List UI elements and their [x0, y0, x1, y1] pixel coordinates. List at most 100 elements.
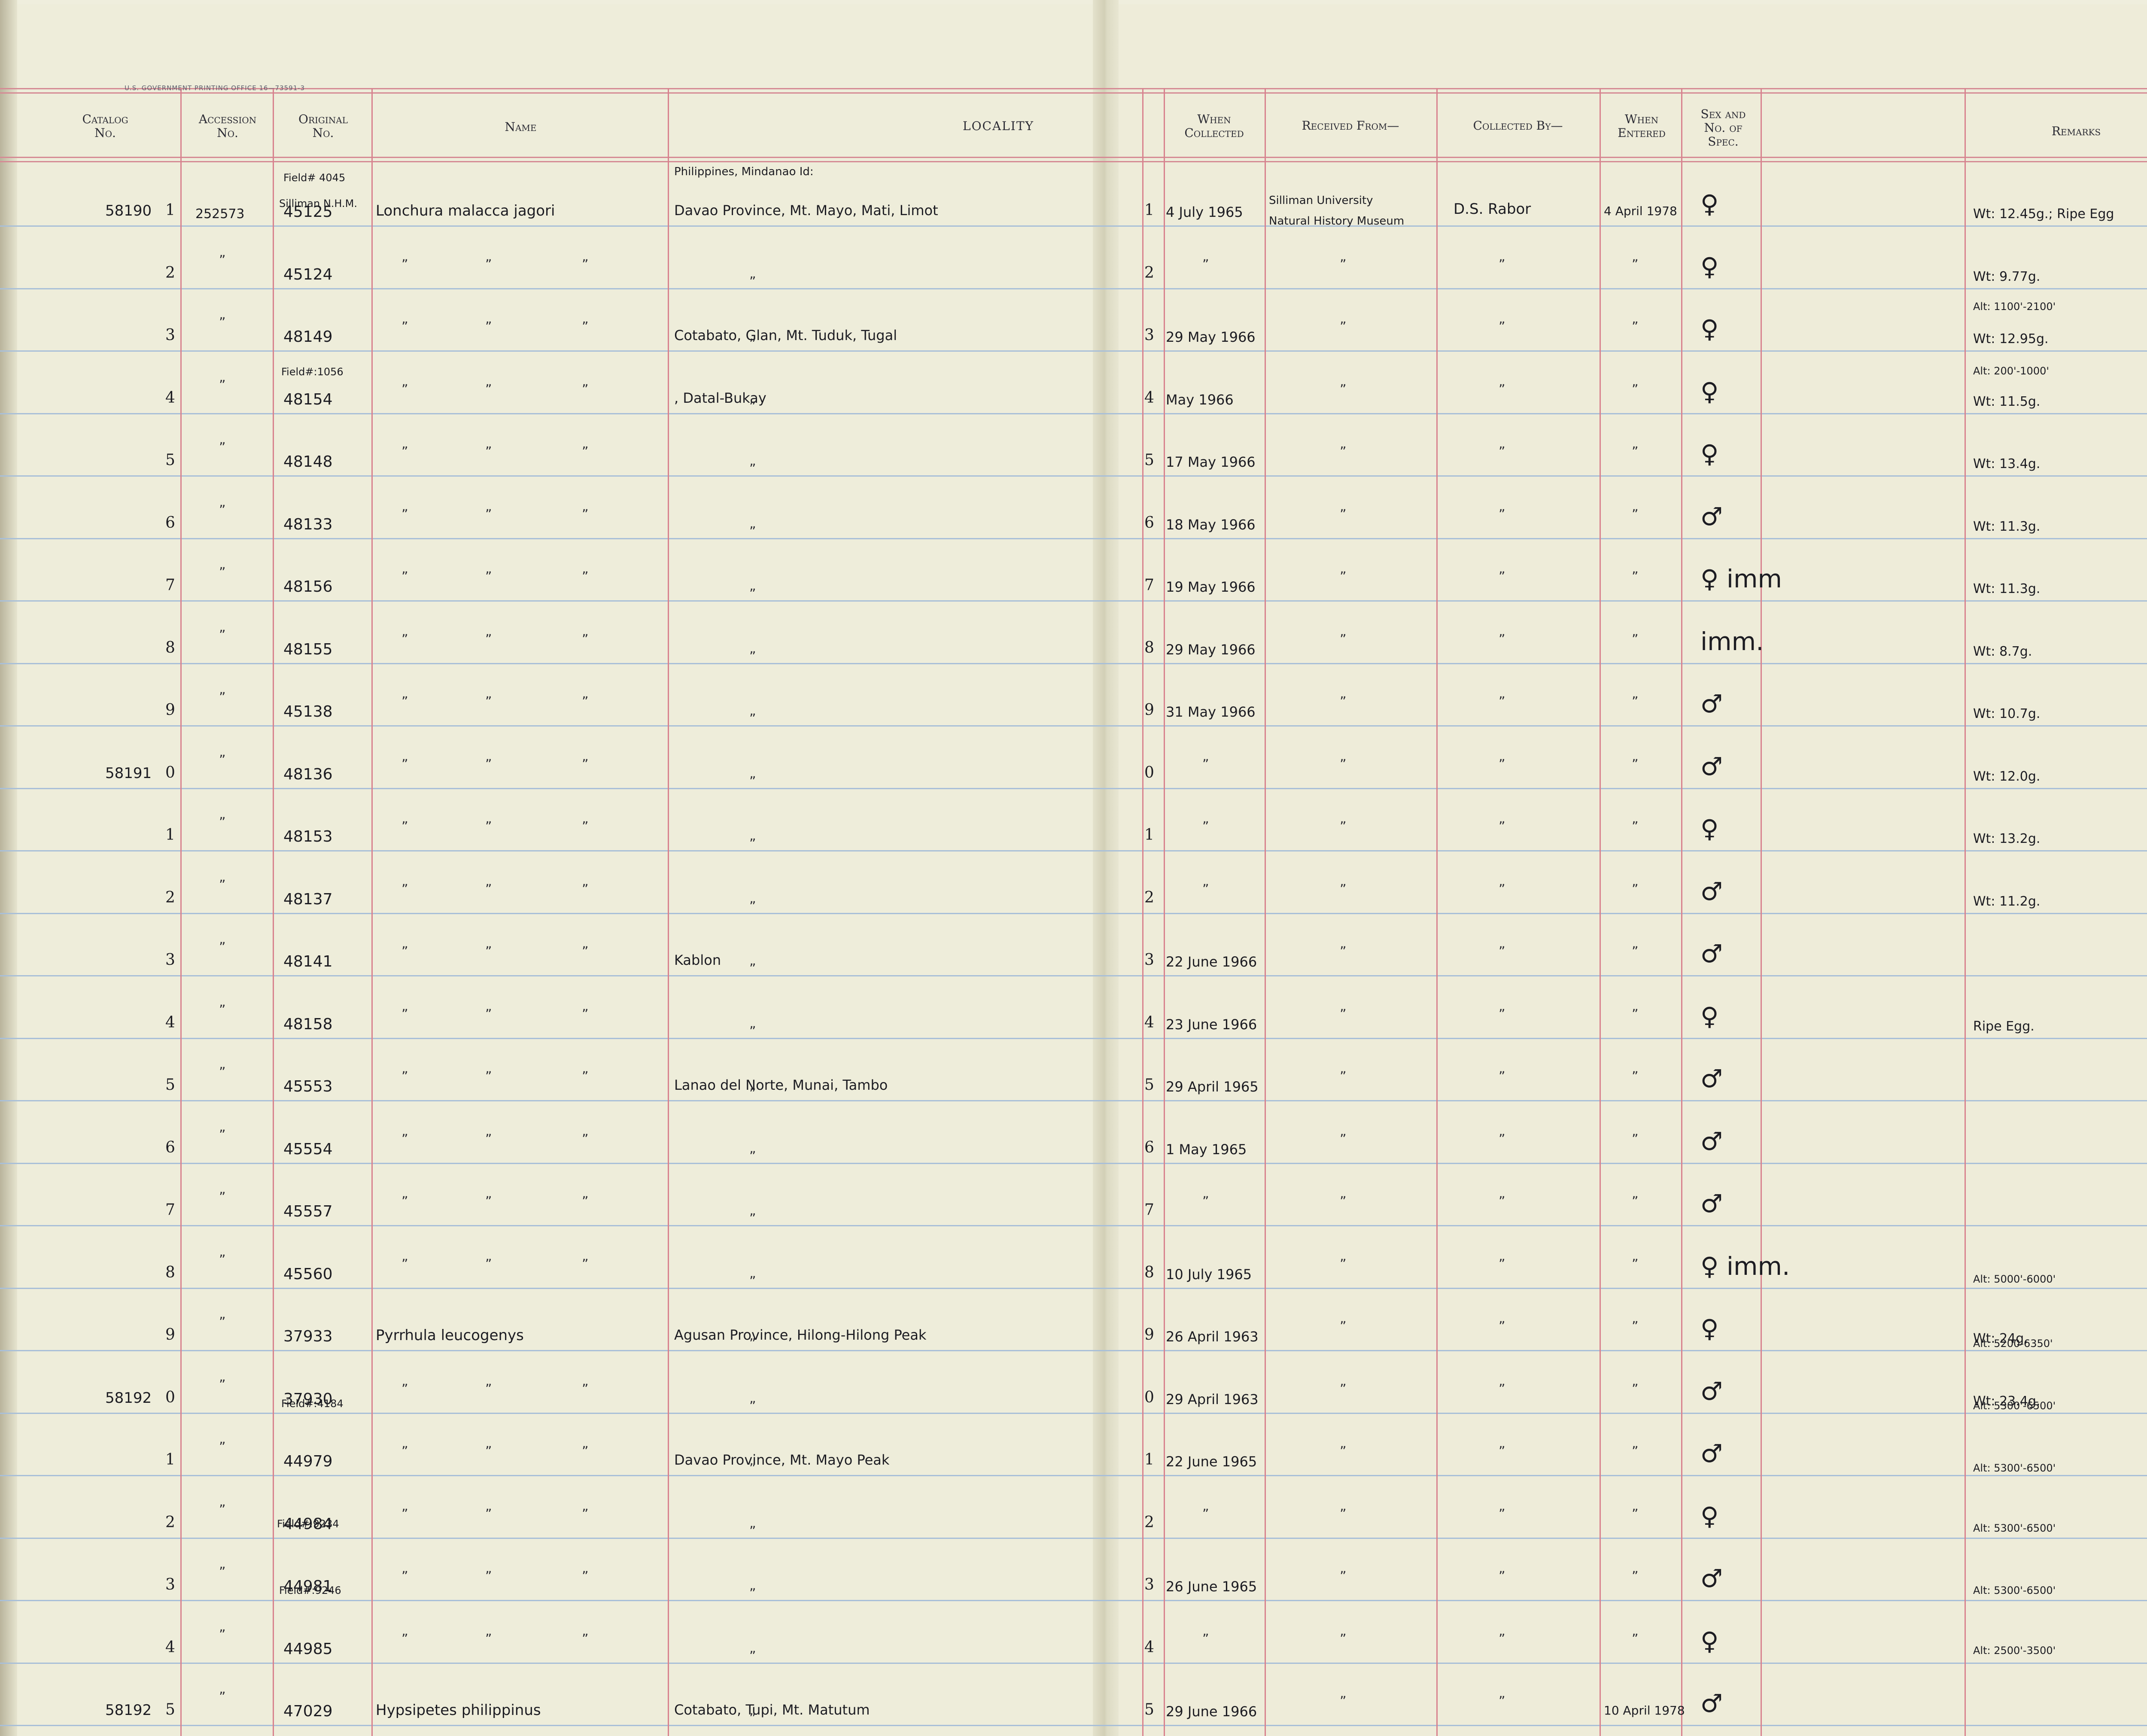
- ditto-mark: ”: [749, 1336, 756, 1351]
- original-number: 44979: [283, 1453, 333, 1470]
- ditto-mark: ”: [749, 899, 756, 914]
- ditto-mark: ”: [1632, 319, 1639, 334]
- remarks-text: Wt: 10.7g.: [1973, 706, 2041, 721]
- ditto-mark: ”: [1632, 694, 1639, 709]
- original-number: 45560: [283, 1265, 333, 1283]
- ditto-mark: ”: [485, 1006, 492, 1022]
- accession-number: 252573: [195, 207, 245, 222]
- locality-text: Cotabato, Tupi, Mt. Matutum: [674, 1702, 870, 1718]
- catalog-number: 58190: [105, 202, 152, 219]
- ditto-mark: ”: [401, 382, 408, 397]
- ditto-mark: ”: [1632, 1006, 1639, 1022]
- ditto-mark: ”: [749, 711, 756, 727]
- ditto-mark: ”: [219, 877, 226, 893]
- when-entered: 10 April 1978: [1604, 1703, 1685, 1718]
- column-rule: [273, 88, 274, 1736]
- ditto-mark: ”: [749, 1274, 756, 1289]
- sex-symbol: ♀: [1700, 1001, 1719, 1031]
- ditto-mark: ”: [1499, 1694, 1505, 1709]
- ditto-mark: ”: [485, 382, 492, 397]
- locality-text: Cotabato, Glan, Mt. Tuduk, Tugal: [674, 327, 897, 344]
- ditto-mark: ”: [219, 690, 226, 705]
- ditto-mark: ”: [401, 1569, 408, 1584]
- ditto-mark: ”: [582, 507, 589, 522]
- original-number: 47029: [283, 1703, 333, 1720]
- remarks-alt-row22: Alt: 5300'-6500': [1973, 1522, 2056, 1534]
- ditto-mark: ”: [219, 565, 226, 580]
- sex-symbol: ♀: [1700, 189, 1719, 219]
- ditto-mark: ”: [1499, 1381, 1505, 1397]
- ditto-mark: ”: [582, 1131, 589, 1147]
- ditto-mark: ”: [1340, 1256, 1347, 1272]
- remarks-alt-row2: Alt: 1100'-2100': [1973, 301, 2056, 313]
- ditto-mark: ”: [1340, 632, 1347, 647]
- ditto-mark: ”: [219, 1377, 226, 1392]
- ditto-mark: ”: [1340, 257, 1347, 272]
- original-number: 48136: [283, 765, 333, 783]
- ditto-mark: ”: [749, 1461, 756, 1476]
- collected-row-digit: 1: [1144, 826, 1154, 844]
- sex-symbol: ♂: [1700, 1064, 1723, 1093]
- collected-row-digit: 9: [1144, 1326, 1154, 1344]
- catalog-row-digit: 6: [165, 1138, 175, 1156]
- ditto-mark: ”: [219, 1127, 226, 1143]
- remarks-text: Wt: 9.77g.: [1973, 269, 2041, 284]
- ditto-mark: ”: [1632, 1194, 1639, 1209]
- collected-row-digit: 3: [1144, 951, 1154, 969]
- ditto-mark: ”: [219, 1002, 226, 1018]
- ditto-mark: ”: [485, 1381, 492, 1397]
- locality-text: Davao Province, Mt. Mayo, Mati, Limot: [674, 202, 938, 219]
- ditto-mark: ”: [1632, 944, 1639, 959]
- header-catalog-line2: No.: [94, 126, 116, 140]
- ditto-mark: ”: [1632, 1381, 1639, 1397]
- when-collected: 29 April 1965: [1166, 1079, 1259, 1095]
- ditto-mark: ”: [749, 836, 756, 851]
- ditto-mark: ”: [1499, 1506, 1505, 1522]
- when-collected: 18 May 1966: [1166, 516, 1256, 533]
- remarks-text: Wt: 12.45g.; Ripe Egg: [1973, 207, 2114, 222]
- ditto-mark: ”: [1340, 319, 1347, 334]
- locality-heading-note: Philippines, Mindanao Id:: [674, 165, 814, 178]
- ditto-mark: ”: [1499, 569, 1505, 584]
- ditto-mark: ”: [485, 257, 492, 272]
- row-rule: [0, 1100, 2147, 1101]
- ditto-mark: ”: [485, 632, 492, 647]
- catalog-row-digit: 3: [165, 326, 175, 344]
- ditto-mark: ”: [485, 319, 492, 334]
- sex-symbol: ♀ imm: [1700, 564, 1782, 593]
- ditto-mark: ”: [219, 1690, 226, 1705]
- when-collected: 10 July 1965: [1166, 1266, 1252, 1283]
- row-rule: [0, 913, 2147, 914]
- remarks-text: Wt: 13.4g.: [1973, 456, 2041, 471]
- ditto-mark: ”: [485, 819, 492, 834]
- catalog-number: 58192: [105, 1389, 152, 1407]
- ditto-mark: ”: [401, 1631, 408, 1647]
- header-collected-by: Collected By—: [1436, 119, 1600, 133]
- ditto-mark: ”: [401, 1194, 408, 1209]
- original-number: 45124: [283, 265, 333, 283]
- row-rule: [0, 1663, 2147, 1664]
- row-rule: [0, 1038, 2147, 1039]
- row-rule: [0, 788, 2147, 789]
- header-name: Name: [374, 120, 668, 134]
- ditto-mark: ”: [1632, 1506, 1639, 1522]
- ditto-mark: ”: [1632, 757, 1639, 772]
- ditto-mark: ”: [401, 944, 408, 959]
- header-remarks: Remarks: [1967, 125, 2147, 138]
- sex-symbol: ♀: [1700, 1314, 1719, 1343]
- original-number: 48158: [283, 1015, 333, 1033]
- header-accession-no: Accession No.: [182, 112, 273, 140]
- ditto-mark: ”: [582, 1631, 589, 1647]
- column-rule: [371, 88, 373, 1736]
- remarks-text: Wt: 11.3g.: [1973, 519, 2041, 534]
- ditto-mark: ”: [401, 1444, 408, 1459]
- column-rule: [1761, 88, 1762, 1736]
- ditto-mark: ”: [485, 1194, 492, 1209]
- ditto-mark: ”: [401, 444, 408, 459]
- ditto-mark: ”: [219, 1315, 226, 1330]
- ditto-mark: ”: [1340, 1131, 1347, 1147]
- row-rule: [0, 1538, 2147, 1539]
- header-sex-line3: Spec.: [1708, 134, 1739, 149]
- header-sex-line2: No. of: [1704, 121, 1743, 135]
- ledger-spread: U.S. GOVERNMENT PRINTING OFFICE 16—73591…: [0, 0, 2147, 1736]
